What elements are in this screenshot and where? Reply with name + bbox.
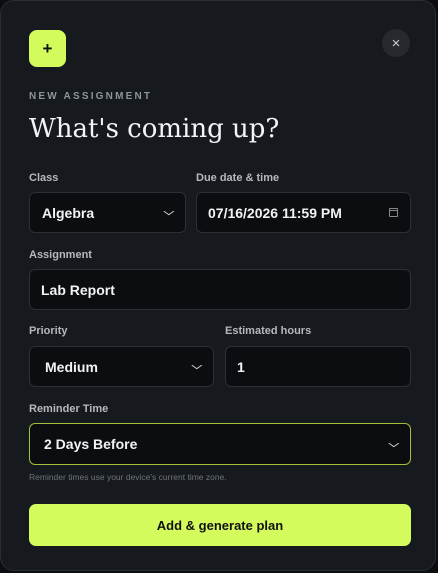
chevron-down-icon: ⌵ xyxy=(388,438,400,450)
due-date-label: Due date & time xyxy=(196,172,280,184)
reminder-select[interactable]: 2 Days Before ⌵ xyxy=(29,423,411,465)
priority-select[interactable]: Medium ⌵ xyxy=(29,346,214,387)
due-date-value: 07/16/2026 11:59 PM xyxy=(208,204,342,221)
add-generate-plan-button[interactable]: Add & generate plan xyxy=(29,504,411,546)
hours-value: 1 xyxy=(237,358,245,375)
assignment-input[interactable]: Lab Report xyxy=(29,269,411,310)
plus-icon: + xyxy=(29,30,66,67)
calendar-icon[interactable] xyxy=(389,208,398,217)
class-select[interactable]: Algebra ⌵ xyxy=(29,192,186,233)
chevron-down-icon: ⌵ xyxy=(191,361,203,372)
priority-label: Priority xyxy=(29,325,68,337)
hours-label: Estimated hours xyxy=(225,325,312,337)
hours-input[interactable]: 1 xyxy=(225,346,411,387)
reminder-label: Reminder Time xyxy=(29,403,109,415)
timezone-hint: Reminder times use your device's current… xyxy=(29,472,227,482)
chevron-down-icon: ⌵ xyxy=(163,207,175,218)
close-button[interactable]: × xyxy=(382,29,410,57)
reminder-value: 2 Days Before xyxy=(44,436,138,452)
new-assignment-dialog: + × NEW ASSIGNMENT What's coming up? Cla… xyxy=(0,0,436,571)
priority-value: Medium xyxy=(45,358,98,375)
assignment-label: Assignment xyxy=(29,249,92,261)
close-icon: × xyxy=(391,34,401,52)
dialog-title: What's coming up? xyxy=(29,114,280,144)
class-value: Algebra xyxy=(42,204,95,221)
assignment-value: Lab Report xyxy=(41,281,115,298)
class-label: Class xyxy=(29,172,59,184)
due-date-input[interactable]: 07/16/2026 11:59 PM xyxy=(196,192,411,233)
dialog-eyebrow: NEW ASSIGNMENT xyxy=(29,91,153,102)
